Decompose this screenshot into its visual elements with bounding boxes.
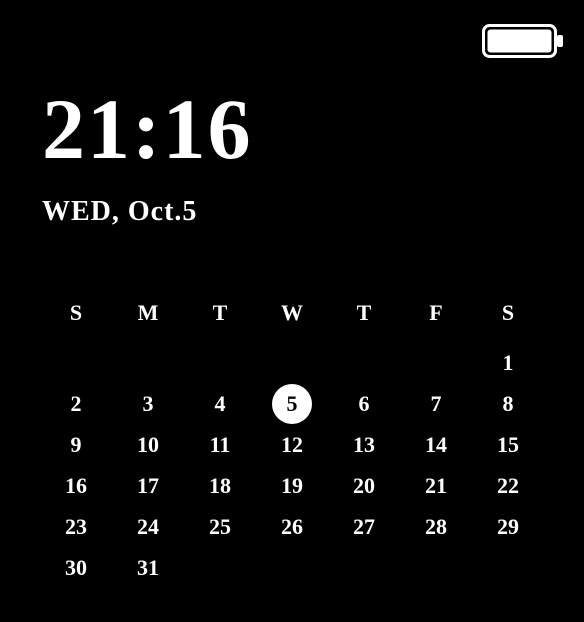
- day-number: 1: [503, 350, 514, 376]
- day-cell[interactable]: 19: [256, 465, 328, 506]
- day-number: 16: [65, 473, 87, 499]
- day-number: 19: [281, 473, 303, 499]
- day-number: 2: [71, 391, 82, 417]
- day-cell[interactable]: 10: [112, 424, 184, 465]
- day-number: 3: [143, 391, 154, 417]
- day-cell[interactable]: 25: [184, 506, 256, 547]
- day-cell[interactable]: 8: [472, 383, 544, 424]
- battery-icon: [482, 24, 564, 63]
- day-header-thu: T: [328, 290, 400, 342]
- day-cell[interactable]: 20: [328, 465, 400, 506]
- day-number: 12: [281, 432, 303, 458]
- day-cell[interactable]: 27: [328, 506, 400, 547]
- day-cell[interactable]: 1: [472, 342, 544, 383]
- day-cell[interactable]: 15: [472, 424, 544, 465]
- day-header-sat: S: [472, 290, 544, 342]
- day-header-sun: S: [40, 290, 112, 342]
- day-number: 11: [210, 432, 231, 458]
- day-number: 21: [425, 473, 447, 499]
- day-cell[interactable]: 17: [112, 465, 184, 506]
- day-cell[interactable]: 16: [40, 465, 112, 506]
- day-cell[interactable]: 30: [40, 547, 112, 588]
- day-number: 31: [137, 555, 159, 581]
- calendar-grid: SMTWTFS123456789101112131415161718192021…: [40, 290, 544, 588]
- time-display: 21:16: [42, 86, 253, 172]
- day-number: 30: [65, 555, 87, 581]
- day-number: 5: [272, 384, 312, 424]
- day-header-tue: T: [184, 290, 256, 342]
- day-cell[interactable]: 26: [256, 506, 328, 547]
- day-number: 10: [137, 432, 159, 458]
- clock-section: 21:16 WED, Oct.5: [42, 86, 253, 228]
- day-number: 22: [497, 473, 519, 499]
- day-number: 4: [215, 391, 226, 417]
- day-cell[interactable]: 4: [184, 383, 256, 424]
- day-number: 28: [425, 514, 447, 540]
- day-number: 27: [353, 514, 375, 540]
- day-cell[interactable]: 2: [40, 383, 112, 424]
- day-number: 13: [353, 432, 375, 458]
- day-number: 14: [425, 432, 447, 458]
- day-cell[interactable]: 28: [400, 506, 472, 547]
- day-number: 25: [209, 514, 231, 540]
- day-cell[interactable]: 13: [328, 424, 400, 465]
- day-header-mon: M: [112, 290, 184, 342]
- day-cell[interactable]: 22: [472, 465, 544, 506]
- day-cell[interactable]: 23: [40, 506, 112, 547]
- date-display: WED, Oct.5: [42, 196, 253, 228]
- day-cell[interactable]: 3: [112, 383, 184, 424]
- day-cell[interactable]: 18: [184, 465, 256, 506]
- day-cell[interactable]: 31: [112, 547, 184, 588]
- day-header-wed: W: [256, 290, 328, 342]
- day-number: 20: [353, 473, 375, 499]
- day-number: 6: [359, 391, 370, 417]
- day-number: 29: [497, 514, 519, 540]
- day-cell[interactable]: 14: [400, 424, 472, 465]
- day-number: 26: [281, 514, 303, 540]
- day-number: 24: [137, 514, 159, 540]
- day-cell[interactable]: 9: [40, 424, 112, 465]
- day-cell[interactable]: 24: [112, 506, 184, 547]
- day-number: 9: [71, 432, 82, 458]
- day-number: 8: [503, 391, 514, 417]
- day-header-fri: F: [400, 290, 472, 342]
- day-cell[interactable]: 29: [472, 506, 544, 547]
- day-number: 18: [209, 473, 231, 499]
- day-cell[interactable]: 12: [256, 424, 328, 465]
- day-cell[interactable]: 7: [400, 383, 472, 424]
- day-cell[interactable]: 11: [184, 424, 256, 465]
- day-number: 15: [497, 432, 519, 458]
- day-number: 7: [431, 391, 442, 417]
- calendar-widget: SMTWTFS123456789101112131415161718192021…: [40, 290, 544, 588]
- day-number: 23: [65, 514, 87, 540]
- day-cell[interactable]: 21: [400, 465, 472, 506]
- day-cell-today[interactable]: 5: [256, 383, 328, 424]
- day-cell[interactable]: 6: [328, 383, 400, 424]
- day-number: 17: [137, 473, 159, 499]
